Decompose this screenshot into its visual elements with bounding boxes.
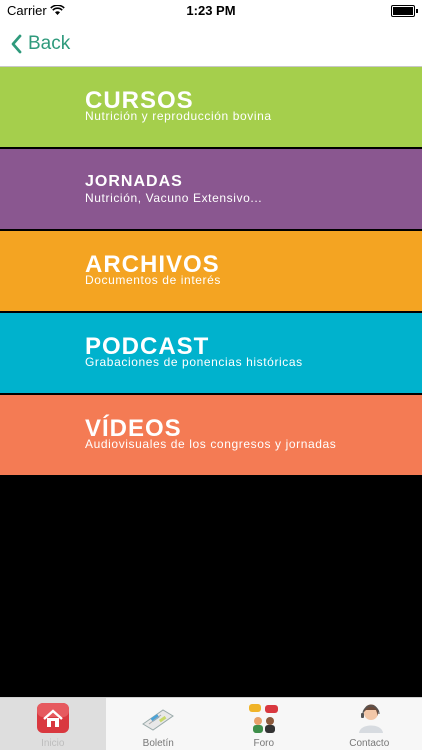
menu-item-subtitle: Nutrición y reproducción bovina	[85, 109, 272, 123]
navigation-bar: Back	[0, 22, 422, 67]
menu-item-title: JORNADAS	[85, 173, 183, 190]
tab-label: Inicio	[41, 738, 65, 749]
tab-label: Foro	[253, 738, 275, 749]
chevron-left-icon	[11, 34, 22, 54]
menu-item-subtitle: Documentos de interés	[85, 273, 221, 287]
menu-item-archivos[interactable]: ARCHIVOS Documentos de interés	[0, 231, 422, 311]
menu-item-videos[interactable]: VÍDEOS Audiovisuales de los congresos y …	[0, 395, 422, 475]
back-label: Back	[28, 33, 71, 54]
menu-item-podcast[interactable]: PODCAST Grabaciones de ponencias históri…	[0, 313, 422, 393]
tab-boletin[interactable]: Boletín	[106, 698, 212, 750]
tab-label: Boletín	[142, 738, 174, 749]
section-menu: CURSOS Nutrición y reproducción bovina J…	[0, 67, 422, 477]
tab-inicio[interactable]: Inicio	[0, 698, 106, 750]
newsletter-icon	[142, 709, 175, 731]
menu-item-subtitle: Grabaciones de ponencias históricas	[85, 355, 303, 369]
tab-contacto[interactable]: Contacto	[317, 698, 422, 750]
contact-icon	[359, 704, 384, 733]
battery-icon	[391, 5, 418, 17]
menu-item-jornadas[interactable]: JORNADAS Nutrición, Vacuno Extensivo...	[0, 149, 422, 229]
status-bar: Carrier 1:23 PM	[0, 0, 422, 22]
status-time: 1:23 PM	[186, 3, 236, 18]
menu-item-subtitle: Nutrición, Vacuno Extensivo...	[85, 191, 263, 205]
menu-item-subtitle: Audiovisuales de los congresos y jornada…	[85, 437, 337, 451]
tab-foro[interactable]: Foro	[211, 698, 317, 750]
tab-bar: Inicio Boletín Foro Contacto	[0, 697, 422, 750]
menu-item-cursos[interactable]: CURSOS Nutrición y reproducción bovina	[0, 67, 422, 147]
home-icon	[36, 703, 69, 733]
back-button[interactable]: Back	[10, 30, 70, 58]
forum-icon	[248, 704, 278, 733]
tab-label: Contacto	[349, 738, 390, 749]
